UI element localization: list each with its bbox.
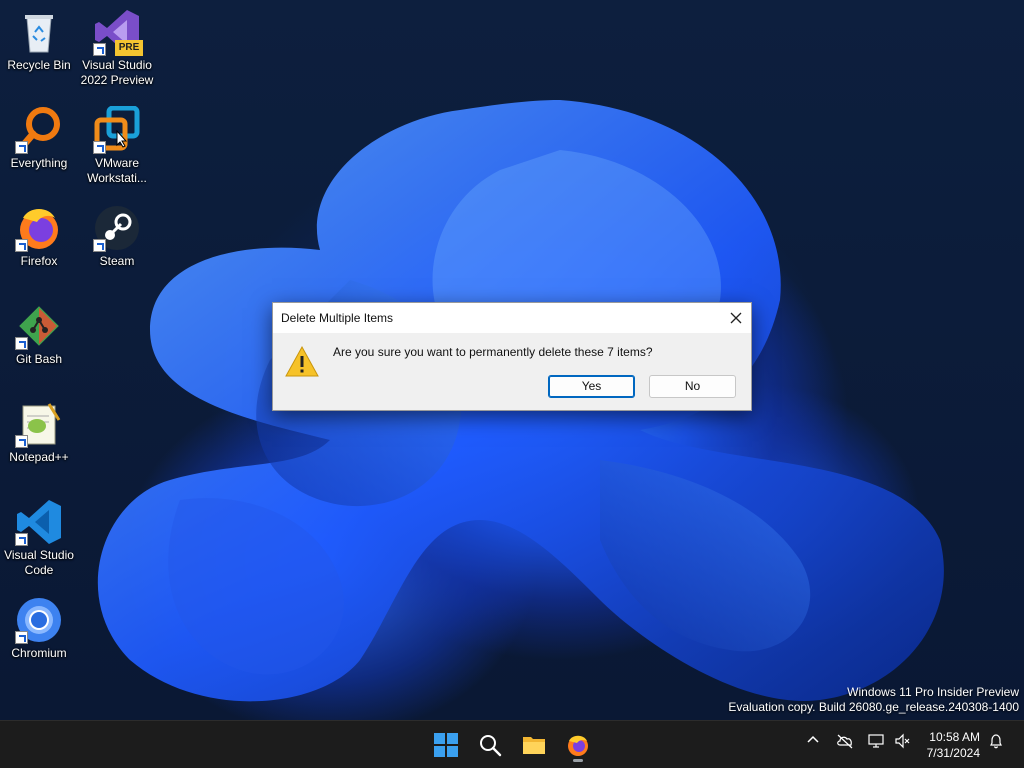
- desktop-icon-notepad-plus-plus[interactable]: Notepad++: [0, 400, 78, 465]
- desktop-icon-git-bash[interactable]: Git Bash: [0, 302, 78, 367]
- desktop-icon-label: VMware Workstati...: [87, 156, 147, 185]
- desktop-icon-recycle-bin[interactable]: Recycle Bin: [0, 8, 78, 73]
- visual-studio-icon: PRE: [93, 8, 143, 56]
- desktop-icon-visual-studio[interactable]: PRE Visual Studio 2022 Preview: [78, 8, 156, 88]
- desktop-icon-steam[interactable]: Steam: [78, 204, 156, 269]
- steam-icon: [93, 204, 141, 252]
- warning-icon: [285, 345, 319, 377]
- desktop-icon-label: Notepad++: [9, 450, 69, 464]
- network-icon[interactable]: [868, 733, 886, 749]
- desktop-icon-everything[interactable]: Everything: [0, 106, 78, 171]
- notepad-plus-plus-icon: [15, 400, 63, 448]
- close-icon: [730, 312, 742, 324]
- firefox-icon: [15, 204, 63, 252]
- shortcut-arrow-icon: [15, 435, 28, 448]
- vscode-icon: [15, 498, 63, 546]
- shortcut-arrow-icon: [15, 141, 28, 154]
- watermark-build: Evaluation copy. Build 26080.ge_release.…: [728, 700, 1019, 714]
- start-button[interactable]: [428, 727, 464, 763]
- volume-muted-icon[interactable]: [894, 733, 912, 749]
- desktop[interactable]: Recycle Bin PRE Visual Studio 2022 Previ…: [0, 0, 1024, 720]
- dialog-titlebar[interactable]: Delete Multiple Items: [273, 303, 751, 333]
- start-icon: [434, 733, 458, 757]
- desktop-icon-label: Visual Studio Code: [4, 548, 74, 577]
- git-bash-icon: [15, 302, 63, 350]
- yes-button[interactable]: Yes: [548, 375, 635, 398]
- taskbar: 10:58 AM 7/31/2024: [0, 720, 1024, 768]
- dialog-message: Are you sure you want to permanently del…: [333, 345, 653, 359]
- desktop-icon-label: Everything: [10, 156, 68, 170]
- desktop-icon-label: Git Bash: [15, 352, 63, 366]
- shortcut-arrow-icon: [15, 337, 28, 350]
- watermark-edition: Windows 11 Pro Insider Preview: [847, 685, 1019, 699]
- desktop-icon-label: Chromium: [11, 646, 67, 660]
- close-button[interactable]: [721, 303, 751, 333]
- shortcut-arrow-icon: [93, 141, 106, 154]
- desktop-icon-chromium[interactable]: Chromium: [0, 596, 78, 661]
- desktop-icon-label: Firefox: [20, 254, 58, 268]
- desktop-icon-firefox[interactable]: Firefox: [0, 204, 78, 269]
- chromium-icon: [15, 596, 63, 644]
- file-explorer-button[interactable]: [516, 727, 552, 763]
- dialog-title: Delete Multiple Items: [281, 311, 394, 325]
- shortcut-arrow-icon: [93, 239, 106, 252]
- evaluation-watermark: Windows 11 Pro Insider Preview Evaluatio…: [728, 685, 1019, 715]
- shortcut-arrow-icon: [15, 631, 28, 644]
- running-indicator: [573, 759, 583, 762]
- file-explorer-icon: [523, 737, 545, 754]
- firefox-taskbar-button[interactable]: [560, 727, 596, 763]
- everything-search-icon: [15, 106, 63, 154]
- recycle-bin-icon: [15, 8, 63, 56]
- chevron-up-icon[interactable]: [806, 733, 820, 747]
- shortcut-arrow-icon: [15, 239, 28, 252]
- clock-time: 10:58 AM: [929, 730, 980, 744]
- onedrive-offline-icon[interactable]: [836, 733, 854, 749]
- desktop-icon-label: Recycle Bin: [7, 58, 71, 72]
- shortcut-arrow-icon: [15, 533, 28, 546]
- desktop-icon-label: Steam: [99, 254, 135, 268]
- search-icon: [480, 735, 502, 757]
- clock-date: 7/31/2024: [926, 746, 980, 760]
- delete-confirmation-dialog: Delete Multiple Items Are you sure you w…: [272, 302, 752, 411]
- search-button[interactable]: [472, 727, 508, 763]
- no-button[interactable]: No: [649, 375, 736, 398]
- firefox-icon: [568, 735, 588, 756]
- notification-bell-icon[interactable]: [988, 733, 1004, 749]
- desktop-icon-vscode[interactable]: Visual Studio Code: [0, 498, 78, 578]
- shortcut-arrow-icon: [93, 43, 106, 56]
- mouse-cursor: [116, 130, 128, 148]
- taskbar-clock[interactable]: 10:58 AM 7/31/2024: [927, 729, 980, 761]
- preview-badge: PRE: [115, 40, 143, 56]
- desktop-icon-label: Visual Studio 2022 Preview: [80, 58, 154, 87]
